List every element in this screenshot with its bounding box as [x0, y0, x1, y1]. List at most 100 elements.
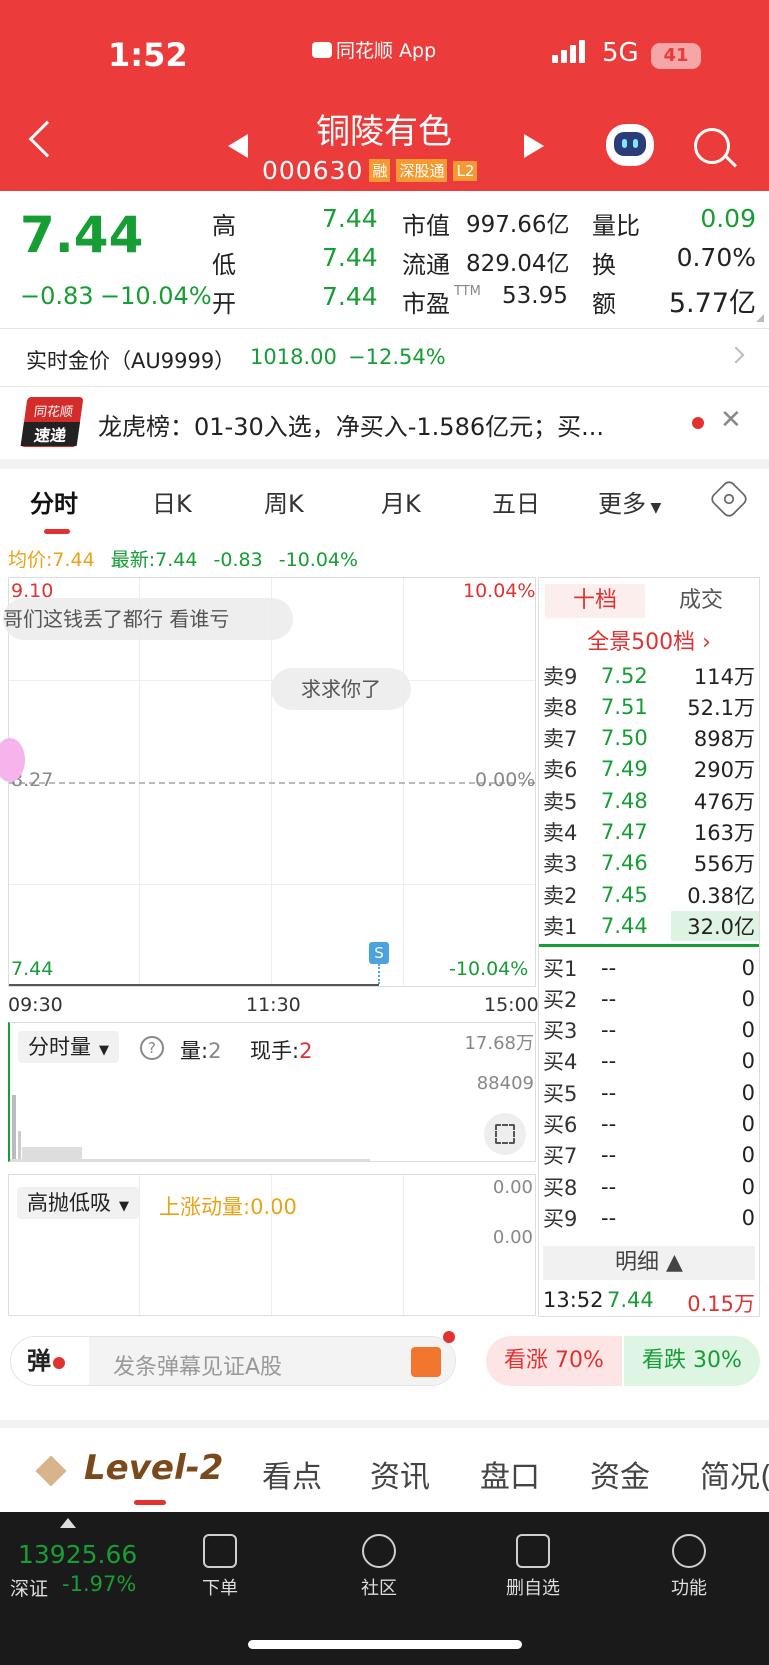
robot-assistant-icon[interactable]	[606, 124, 654, 166]
tab-profile[interactable]: 简况(	[700, 1452, 769, 1496]
news-bar[interactable]: 同花顺 速递 龙虎榜：01-30入选，净买入-1.586亿元；买... ✕	[0, 387, 769, 459]
panorama-link[interactable]: 全景500档 ›	[539, 624, 759, 656]
level-volume: 114万	[693, 664, 755, 689]
ask-row[interactable]: 卖2 7.45 0.38亿	[539, 879, 759, 910]
level-price: 7.48	[601, 788, 648, 813]
bullish-button[interactable]: 看涨 70%	[486, 1336, 622, 1386]
prev-stock-icon[interactable]	[228, 134, 248, 158]
danmaku-placeholder: 发条弹幕见证A股	[113, 1355, 283, 1380]
mktcap-label: 市值	[402, 212, 450, 240]
level-price: 7.44	[601, 913, 648, 938]
app-label: 同花顺 App	[312, 36, 436, 63]
bearish-button[interactable]: 看跌 30%	[624, 1336, 760, 1386]
level-volume: 0	[741, 986, 755, 1011]
tab-five-day[interactable]: 五日	[492, 484, 540, 519]
caret-down-icon: ▼	[646, 500, 662, 516]
latest-pct: -10.04%	[278, 549, 359, 571]
level-price: --	[601, 1143, 617, 1168]
level-price: --	[601, 1080, 617, 1105]
level-label: 买2	[543, 987, 578, 1012]
tab-more[interactable]: 更多 ▼	[598, 484, 661, 519]
volume-dropdown[interactable]: 分时量 ▼	[18, 1031, 119, 1063]
detail-toggle[interactable]: 明细 ▲	[543, 1246, 755, 1280]
level-volume: 32.0亿	[671, 910, 759, 941]
help-icon[interactable]: ?	[140, 1036, 164, 1060]
ask-row[interactable]: 卖8 7.51 52.1万	[539, 691, 759, 722]
level-volume: 0	[741, 1174, 755, 1199]
fullscreen-icon[interactable]	[484, 1113, 526, 1155]
dan-toggle[interactable]: 弹	[11, 1337, 89, 1385]
bid-row[interactable]: 买7 -- 0	[539, 1140, 759, 1171]
badge-margin: 融	[369, 159, 391, 182]
level-volume: 476万	[693, 789, 755, 814]
tab-intraday[interactable]: 分时	[30, 484, 78, 519]
s-marker-icon[interactable]: S	[369, 942, 389, 964]
turnover-value: 0.70%	[676, 243, 756, 272]
expand-up-icon[interactable]	[60, 1518, 76, 1528]
intraday-chart[interactable]: 9.10 10.04% 8.27 0.00% 7.44 -10.04% 哥们这钱…	[0, 577, 536, 987]
level-volume: 52.1万	[687, 695, 755, 720]
close-icon[interactable]: ✕	[720, 405, 742, 435]
tab-trades[interactable]: 成交	[649, 584, 753, 618]
danmaku-input-bar[interactable]: 弹 发条弹幕见证A股	[10, 1331, 456, 1386]
ask-row[interactable]: 卖5 7.48 476万	[539, 785, 759, 816]
tab-handicap[interactable]: 盘口	[480, 1452, 540, 1496]
ask-row[interactable]: 卖7 7.50 898万	[539, 723, 759, 754]
bid-row[interactable]: 买9 -- 0	[539, 1202, 759, 1233]
nav-community[interactable]: 社区	[334, 1534, 424, 1600]
header: 1:52 同花顺 App 5G 41 铜陵有色 000630 融 深股通 L2	[0, 0, 769, 191]
next-stock-icon[interactable]	[524, 134, 544, 158]
ask-row[interactable]: 卖3 7.46 556万	[539, 848, 759, 879]
bid-row[interactable]: 买2 -- 0	[539, 983, 759, 1014]
search-icon[interactable]	[694, 128, 730, 164]
bid-row[interactable]: 买4 -- 0	[539, 1046, 759, 1077]
tab-daily-k[interactable]: 日K	[152, 484, 192, 519]
ask-row[interactable]: 卖6 7.49 290万	[539, 754, 759, 785]
latest-label: 最新:	[110, 549, 156, 571]
volume-panel: 分时量 ▼ ? 量:2 现手:2 17.68万 88409	[8, 1022, 536, 1162]
tab-news[interactable]: 资讯	[370, 1452, 430, 1496]
bid-row[interactable]: 买8 -- 0	[539, 1171, 759, 1202]
tab-funds[interactable]: 资金	[590, 1452, 650, 1496]
level-label: 买5	[543, 1081, 578, 1106]
ask-row[interactable]: 卖1 7.44 32.0亿	[539, 910, 759, 941]
gold-price-bar[interactable]: 实时金价（AU9999） 1018.00 −12.54%	[0, 329, 769, 385]
nav-order[interactable]: 下单	[175, 1534, 265, 1600]
volume-ratio-label: 量比	[592, 212, 640, 240]
nav-remove-watchlist[interactable]: 删自选	[488, 1534, 578, 1600]
ask-row[interactable]: 卖9 7.52 114万	[539, 660, 759, 691]
battery-level: 41	[663, 45, 689, 66]
rise-value: 0.00	[250, 1195, 297, 1219]
nav-functions[interactable]: 功能	[644, 1534, 734, 1600]
back-icon[interactable]	[28, 120, 66, 158]
tab-monthly-k[interactable]: 月K	[381, 484, 421, 519]
stock-detail-screen: 1:52 同花顺 App 5G 41 铜陵有色 000630 融 深股通 L2	[0, 0, 769, 1665]
news-logo: 同花顺 速递	[20, 397, 84, 447]
chart-bottom-pct: -10.04%	[449, 958, 529, 980]
bid-row[interactable]: 买3 -- 0	[539, 1015, 759, 1046]
time-start: 09:30	[8, 994, 63, 1016]
gold-pct: −12.54%	[348, 345, 446, 369]
network-label: 5G	[602, 38, 639, 68]
settings-hex-icon[interactable]	[708, 478, 750, 520]
bid-row[interactable]: 买1 -- 0	[539, 952, 759, 983]
indicator-dropdown[interactable]: 高抛低吸 ▼	[17, 1187, 139, 1219]
tab-weekly-k[interactable]: 周K	[264, 484, 304, 519]
ask-row[interactable]: 卖4 7.47 163万	[539, 817, 759, 848]
indicator-dropdown-label: 高抛低吸	[27, 1191, 111, 1215]
tab-highlights[interactable]: 看点	[262, 1452, 322, 1496]
gift-icon[interactable]	[411, 1347, 441, 1377]
index-value: 13925.66	[18, 1540, 138, 1569]
tab-level2[interactable]: Level-2	[84, 1448, 223, 1488]
expand-corner-icon[interactable]	[756, 314, 764, 322]
index-name: 深证	[10, 1578, 49, 1600]
tab-ten-levels[interactable]: 十档	[545, 584, 645, 618]
order-icon	[203, 1534, 237, 1568]
level-volume: 163万	[693, 821, 755, 845]
bid-row[interactable]: 买6 -- 0	[539, 1109, 759, 1140]
bid-row[interactable]: 买5 -- 0	[539, 1077, 759, 1108]
pe-label: 市盈	[402, 290, 450, 318]
hand-value: 2	[299, 1039, 313, 1063]
high-value: 7.44	[322, 204, 378, 233]
mktcap-value: 997.66亿	[466, 212, 570, 238]
